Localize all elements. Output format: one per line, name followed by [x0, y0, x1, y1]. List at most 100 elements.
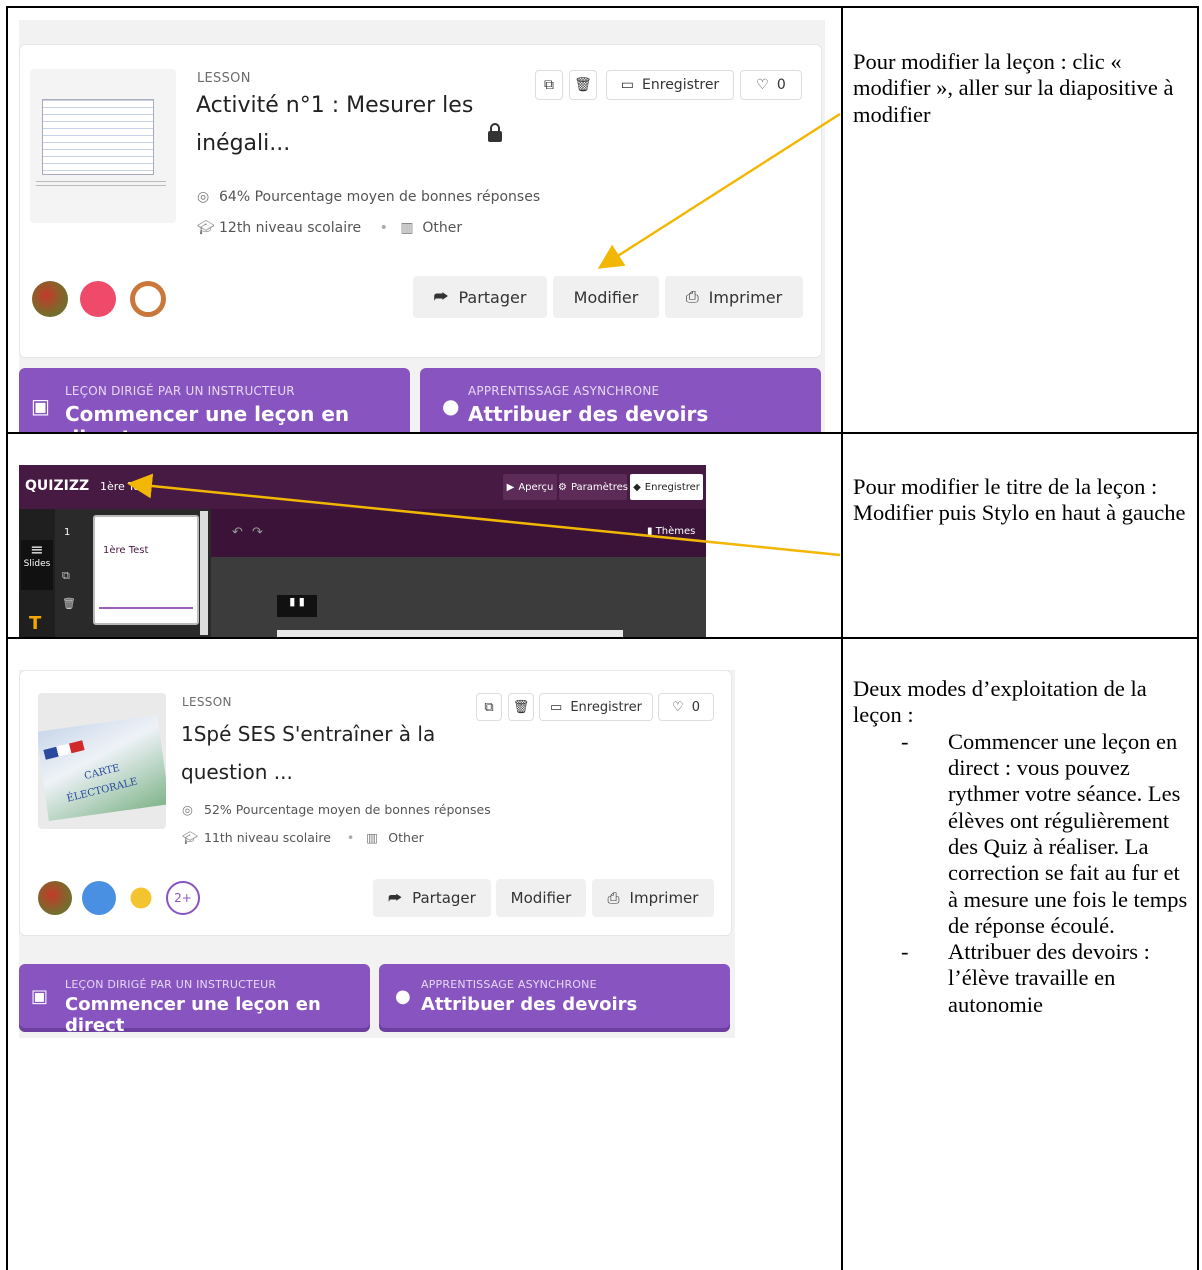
note-edit-lesson: Pour modifier la leçon : clic « modifier… [853, 49, 1174, 127]
canvas-slide-edge [277, 630, 623, 637]
assign-homework-button[interactable]: ● APPRENTISSAGE ASYNCHRONE Attribuer des… [420, 368, 821, 432]
slide-underline [99, 607, 193, 609]
copy-icon: ⧉ [544, 77, 554, 93]
table-border-top [6, 6, 1199, 8]
avatar [130, 281, 166, 317]
note-list-item: - Commencer une leçon en direct : vous po… [901, 728, 1188, 938]
table-row-divider-2 [6, 637, 1199, 639]
accuracy-stat: ◎ 64% Pourcentage moyen de bonnes réponse… [197, 189, 541, 205]
lesson-title-line-2: inégali... [196, 130, 291, 156]
folder-icon: ▭ [550, 699, 563, 715]
note-list-item: - Attribuer des devoirs : l’élève travail… [901, 939, 1150, 1017]
trash-icon: 🗑︎ [512, 699, 530, 715]
lesson-type-tag: LESSON [197, 71, 251, 86]
screenshot-lesson-card-1: LESSON Activité n°1 : Mesurer les inégal… [19, 20, 825, 432]
note-intro: Deux modes d’exploitation de la leçon : [853, 676, 1147, 728]
slide-thumbnail[interactable]: 1ère Test [93, 515, 199, 625]
start-live-lesson-button[interactable]: ▣ LEÇON DIRIGÉ PAR UN INSTRUCTEUR Commen… [19, 368, 410, 432]
thumbnail-table-lines [42, 99, 154, 175]
trash-icon: 🗑︎ [574, 77, 592, 93]
pencil-icon[interactable]: ✎ [138, 477, 149, 492]
presentation-icon: ▣ [31, 394, 50, 418]
heart-icon: ♡ [756, 77, 769, 93]
note-two-modes: Deux modes d’exploitation de la leçon : … [853, 676, 1195, 1018]
slide-number: 1 [64, 527, 71, 538]
graduation-cap-icon: 🎓︎ [197, 220, 215, 236]
share-icon: ⮫ [388, 889, 403, 907]
share-button[interactable]: ⮫ Partager [413, 276, 547, 318]
settings-button[interactable]: ⚙ Paramètres [558, 474, 628, 500]
text-tool-icon[interactable]: T [29, 613, 41, 634]
copy-icon[interactable]: ⧉ [62, 569, 70, 583]
copy-icon: ⧉ [484, 699, 494, 715]
share-icon: ⮫ [433, 287, 449, 306]
avatar [38, 881, 72, 915]
printer-icon: ⎙ [607, 889, 620, 907]
avatar [80, 281, 116, 317]
trash-icon[interactable]: 🗑︎ [62, 597, 76, 610]
delete-button[interactable]: 🗑︎ [569, 70, 597, 100]
avatar [124, 879, 158, 917]
play-icon: ▶ [506, 481, 515, 493]
more-avatars-badge[interactable]: 2+ [166, 881, 200, 915]
table-row-divider-1 [6, 432, 1199, 434]
clock-icon: ● [395, 986, 411, 1007]
grade-stat: 🎓︎ 12th niveau scolaire • ▥ Other [197, 220, 463, 236]
lesson-title-line-1: 1Spé SES S'entraîner à la [181, 722, 436, 746]
undo-icon[interactable]: ↶ [232, 525, 243, 540]
save-button[interactable]: ▭ Enregistrer [606, 70, 734, 100]
lesson-title[interactable]: 1Spé SES S'entraîner à la question ... [181, 715, 481, 791]
target-icon: ◎ [182, 802, 193, 817]
note-list: - Commencer une leçon en direct : vous po… [853, 729, 1195, 1018]
clock-icon: ● [442, 394, 460, 418]
accuracy-stat: ◎ 52% Pourcentage moyen de bonnes réponse… [182, 802, 491, 817]
themes-button[interactable]: ▮ Thèmes [647, 526, 695, 537]
note-edit-title: Pour modifier le titre de la leçon : Mod… [853, 474, 1186, 526]
lesson-thumbnail: CARTE ÉLECTORALE [38, 693, 166, 829]
duplicate-button[interactable]: ⧉ [535, 70, 563, 100]
slides-tab[interactable]: ≡ Slides [21, 540, 53, 590]
redo-icon[interactable]: ↷ [252, 525, 263, 540]
print-button[interactable]: ⎙ Imprimer [665, 276, 803, 318]
lesson-title[interactable]: Activité n°1 : Mesurer les inégali... [196, 87, 496, 163]
avatar [32, 281, 68, 317]
target-icon: ◎ [197, 189, 210, 205]
heart-icon: ♡ [672, 699, 684, 715]
folder-icon: ▭ [620, 77, 635, 93]
lesson-type-tag: LESSON [182, 695, 232, 709]
lesson-card: LESSON Activité n°1 : Mesurer les inégal… [19, 44, 822, 358]
lock-icon [488, 123, 502, 142]
assign-homework-button[interactable]: ● APPRENTISSAGE ASYNCHRONE Attribuer des… [379, 964, 730, 1028]
lesson-thumbnail [30, 69, 176, 223]
avatar [82, 881, 116, 915]
graduation-cap-icon: 🎓︎ [182, 830, 198, 845]
panel-scrollbar[interactable] [200, 511, 208, 635]
library-icon: ▥ [366, 830, 379, 845]
lesson-card: CARTE ÉLECTORALE LESSON 1Spé SES S'entra… [19, 670, 732, 936]
lesson-title-line-2: question ... [181, 760, 293, 784]
slides-icon: ≡ [30, 540, 44, 559]
gear-icon: ⚙ [558, 481, 567, 493]
save-button[interactable]: ◆ Enregistrer [630, 474, 703, 500]
print-button[interactable]: ⎙ Imprimer [592, 879, 714, 917]
share-button[interactable]: ⮫ Partager [373, 879, 491, 917]
printer-icon: ⎙ [685, 287, 699, 306]
like-button[interactable]: ♡ 0 [740, 70, 802, 100]
save-button[interactable]: ▭ Enregistrer [539, 693, 653, 721]
thumbnail-caption-lines [36, 181, 166, 189]
duplicate-button[interactable]: ⧉ [476, 693, 502, 721]
preview-button[interactable]: ▶ Aperçu [503, 474, 557, 500]
edit-button[interactable]: Modifier [553, 276, 659, 318]
library-icon: ▥ [400, 220, 414, 236]
lesson-title-line-1: Activité n°1 : Mesurer les [196, 93, 474, 118]
presentation-icon: ▣ [31, 986, 49, 1007]
droplet-icon: ◆ [633, 481, 641, 493]
edit-button[interactable]: Modifier [496, 879, 586, 917]
quizizz-logo: QUIZIZZ [25, 478, 90, 494]
canvas-tools: ▮ ▮ [277, 595, 317, 617]
delete-button[interactable]: 🗑︎ [508, 693, 534, 721]
start-live-lesson-button[interactable]: ▣ LEÇON DIRIGÉ PAR UN INSTRUCTEUR Commen… [19, 964, 370, 1036]
like-button[interactable]: ♡ 0 [658, 693, 714, 721]
screenshot-lesson-card-2: CARTE ÉLECTORALE LESSON 1Spé SES S'entra… [19, 670, 735, 1038]
grade-stat: 🎓︎ 11th niveau scolaire • ▥ Other [182, 830, 424, 845]
